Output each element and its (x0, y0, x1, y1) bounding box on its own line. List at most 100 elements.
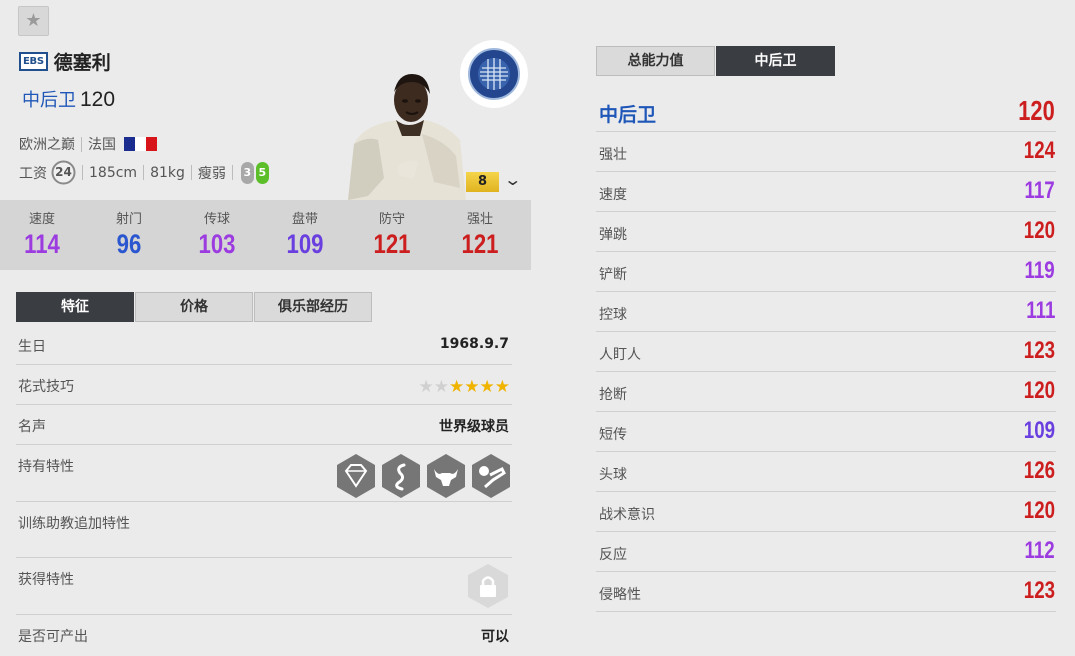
attribute-row: 侵略性 123 (596, 572, 1056, 612)
stat-physical: 强壮 121 (450, 208, 510, 261)
star-empty-icon: ★ (418, 377, 434, 397)
attribute-row: 战术意识 120 (596, 492, 1056, 532)
attribute-row: 头球 126 (596, 452, 1056, 492)
star-empty-icon: ★ (433, 377, 449, 397)
attribute-row: 人盯人 123 (596, 332, 1056, 372)
attribute-label: 抢断 (599, 387, 627, 403)
body-type: 瘦弱 (197, 165, 226, 182)
attribute-value: 109 (1023, 417, 1055, 444)
position-rating-value: 120 (1018, 95, 1055, 126)
divider (143, 165, 145, 180)
attribute-value: 119 (1024, 257, 1055, 284)
stat-label: 速度 (28, 212, 55, 227)
attribute-value: 117 (1024, 177, 1055, 204)
star-filled-icon: ★ (449, 377, 465, 397)
chevron-down-icon[interactable]: ⌄ (503, 170, 522, 189)
stat-value: 114 (24, 229, 60, 259)
stat-defending: 防守 121 (362, 208, 422, 261)
wage-value: 24 (55, 165, 72, 179)
attribute-label: 侵略性 (599, 587, 641, 603)
weight-value: 81kg (150, 164, 185, 181)
divider (231, 165, 233, 180)
stat-label: 射门 (115, 212, 142, 227)
tab-overall-stats[interactable]: 总能力值 (596, 46, 715, 76)
attribute-value: 120 (1023, 377, 1055, 404)
diamond-trait-icon[interactable] (335, 453, 377, 503)
tab-position-stats[interactable]: 中后卫 (716, 46, 835, 76)
attribute-row: 铲断 119 (596, 252, 1056, 292)
bull-trait-icon[interactable] (425, 453, 467, 503)
attribute-row: 速度 117 (596, 172, 1056, 212)
attribute-row: 反应 112 (596, 532, 1056, 572)
traits-label: 持有特性 (18, 459, 74, 475)
stat-value: 121 (461, 229, 499, 259)
overall-rating: 120 (80, 88, 116, 111)
attribute-value: 112 (1024, 537, 1055, 564)
stat-dribbling: 盘带 109 (275, 208, 335, 261)
physical-info-row: 工资 24 185cm 81kg 瘦弱 3 5 (19, 160, 269, 185)
star-filled-icon: ★ (494, 377, 510, 397)
trait-icons (332, 453, 512, 503)
divider (82, 165, 83, 180)
stat-value: 103 (198, 229, 236, 259)
stat-value: 109 (286, 229, 324, 259)
wage-badge: 24 (51, 160, 76, 185)
attribute-label: 头球 (599, 467, 627, 483)
player-photo (348, 70, 466, 200)
stat-value: 96 (116, 229, 142, 259)
attribute-label: 速度 (599, 187, 627, 203)
player-name-row: EBS 德塞利 (19, 48, 111, 75)
stat-label: 盘带 (291, 212, 318, 227)
favorite-star-button[interactable]: ★ (18, 6, 49, 36)
lock-icon (466, 563, 510, 613)
skill-star-rating: ★★★★★★ (419, 377, 511, 397)
team-nation-row: 欧洲之巅 法国 (19, 134, 157, 154)
birthday-label: 生日 (18, 339, 46, 355)
stat-value: 121 (373, 229, 411, 259)
details-list: 生日 1968.9.7 花式技巧 ★★★★★★ 名声 世界级球员 持有特性 训练… (16, 325, 512, 653)
attribute-label: 弹跳 (599, 227, 627, 243)
strong-foot-icon: 5 (255, 161, 269, 184)
stat-label: 传球 (203, 212, 230, 227)
enhance-level-badge[interactable]: 8 (466, 172, 499, 192)
weak-foot-icon: 3 (240, 161, 254, 184)
tab-club-history[interactable]: 俱乐部经历 (254, 292, 372, 322)
star-filled-icon: ★ (479, 377, 495, 397)
tab-price[interactable]: 价格 (135, 292, 253, 322)
snake-trait-icon[interactable] (380, 453, 422, 503)
attribute-row: 控球 111 (596, 292, 1056, 332)
detail-row-acquired-traits: 获得特性 (16, 558, 512, 615)
reputation-value: 世界级球员 (439, 419, 509, 435)
position-rating-row: 中后卫 120 (596, 92, 1056, 132)
attribute-label: 控球 (599, 307, 627, 323)
position-overall: 中后卫 120 (22, 86, 115, 112)
divider (81, 136, 82, 152)
stat-passing: 传球 103 (187, 208, 247, 261)
tab-traits[interactable]: 特征 (16, 292, 134, 322)
detail-row-tradable: 是否可产出 可以 (16, 615, 512, 653)
position-label: 中后卫 (22, 90, 76, 111)
detail-row-skill-moves: 花式技巧 ★★★★★★ (16, 365, 512, 405)
reputation-label: 名声 (18, 419, 46, 435)
nation-name: 法国 (88, 137, 116, 153)
attribute-label: 短传 (599, 427, 627, 443)
attribute-row: 弹跳 120 (596, 212, 1056, 252)
detail-row-traits: 持有特性 (16, 445, 512, 502)
coach-traits-label: 训练助教追加特性 (18, 516, 130, 532)
attribute-row: 强壮 124 (596, 132, 1056, 172)
attribute-row: 抢断 120 (596, 372, 1056, 412)
detail-row-coach-traits: 训练助教追加特性 (16, 502, 512, 558)
left-tab-bar: 特征 价格 俱乐部经历 (16, 292, 373, 322)
stat-shooting: 射门 96 (99, 208, 159, 261)
star-filled-icon: ★ (464, 377, 480, 397)
tradable-label: 是否可产出 (18, 629, 88, 645)
attribute-value: 120 (1023, 497, 1055, 524)
detail-row-birthday: 生日 1968.9.7 (16, 325, 512, 365)
acquired-traits-label: 获得特性 (18, 572, 74, 588)
position-rating-label: 中后卫 (599, 104, 657, 126)
season-badge: EBS (19, 52, 48, 71)
skill-moves-label: 花式技巧 (18, 379, 74, 395)
attribute-value: 124 (1023, 137, 1055, 164)
striker-trait-icon[interactable] (470, 453, 512, 503)
stat-label: 防守 (378, 212, 405, 227)
